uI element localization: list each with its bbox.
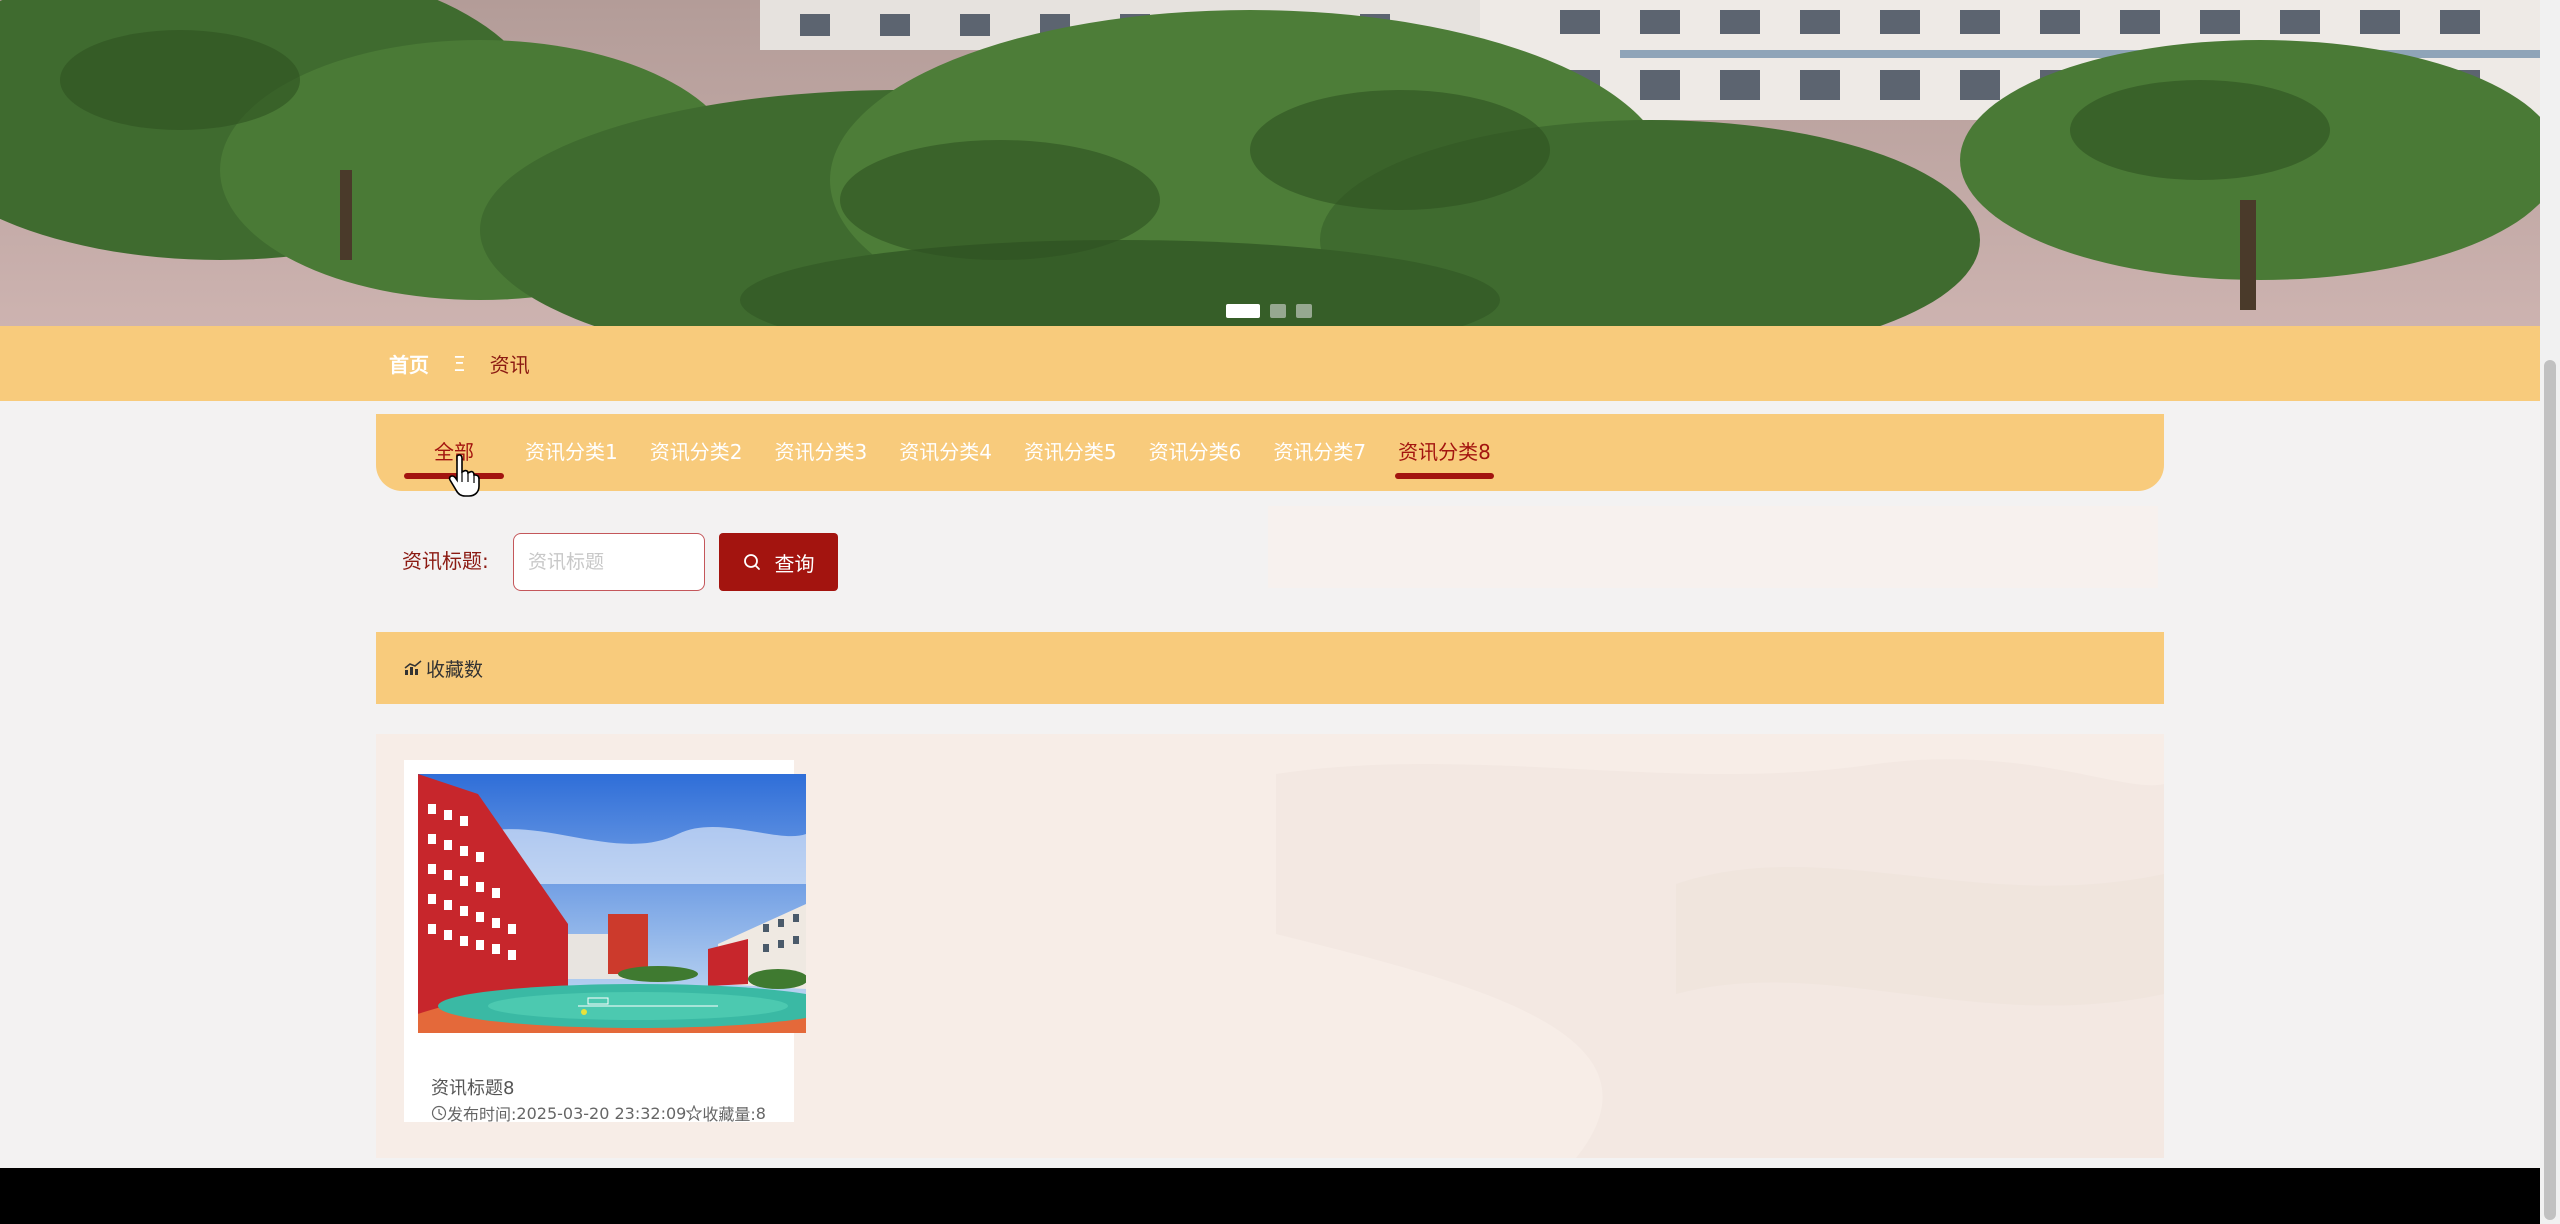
- tab-category-6[interactable]: 资讯分类6: [1146, 414, 1245, 491]
- hand-cursor-icon: [448, 454, 480, 497]
- section-title: 收藏数: [426, 658, 484, 681]
- tab-category-8[interactable]: 资讯分类8: [1395, 414, 1494, 491]
- title-search-input[interactable]: [513, 533, 705, 591]
- news-card-title[interactable]: 资讯标题8: [431, 1074, 514, 1100]
- decorative-panel: [1268, 506, 2158, 588]
- section-header: 收藏数: [376, 632, 2164, 704]
- chart-icon: [404, 660, 422, 675]
- tab-category-4[interactable]: 资讯分类4: [896, 414, 995, 491]
- favorite-count-label: 收藏量:: [702, 1105, 756, 1124]
- breadcrumb-current: 资讯: [489, 353, 530, 377]
- news-card-image[interactable]: [418, 774, 806, 1033]
- favorite-count-value: 8: [755, 1103, 766, 1123]
- search-button[interactable]: 查询: [719, 533, 838, 591]
- news-card-meta: 发布时间: 2025-03-20 23:32:09 收藏量: 8: [431, 1101, 766, 1125]
- publish-time-label: 发布时间:: [447, 1105, 517, 1124]
- carousel-dot-3[interactable]: [1296, 304, 1312, 318]
- carousel-dot-1[interactable]: [1226, 304, 1260, 318]
- breadcrumb-bar: 首页 Ξ 资讯: [0, 326, 2540, 401]
- tab-category-2[interactable]: 资讯分类2: [647, 414, 746, 491]
- tab-category-3[interactable]: 资讯分类3: [771, 414, 870, 491]
- tab-category-7[interactable]: 资讯分类7: [1270, 414, 1369, 491]
- tab-category-1[interactable]: 资讯分类1: [522, 414, 621, 491]
- carousel-dot-2[interactable]: [1270, 304, 1286, 318]
- search-icon: [743, 554, 760, 570]
- banner-image: [0, 0, 2540, 326]
- footer: [0, 1168, 2540, 1224]
- category-tabs: 全部 资讯分类1 资讯分类2 资讯分类3 资讯分类4 资讯分类5 资讯分类6 资…: [376, 414, 2164, 491]
- news-card[interactable]: 资讯标题8 发布时间: 2025-03-20 23:32:09 收藏量: 8: [404, 760, 806, 1125]
- star-icon: [686, 1105, 703, 1121]
- breadcrumb: 首页 Ξ 资讯: [389, 326, 530, 401]
- publish-time-value: 2025-03-20 23:32:09: [516, 1103, 687, 1123]
- search-label: 资讯标题:: [402, 549, 489, 573]
- scrollbar-thumb[interactable]: [2544, 360, 2556, 1220]
- carousel-dots: [1226, 304, 1312, 318]
- banner-carousel[interactable]: [0, 0, 2540, 326]
- page: 首页 Ξ 资讯 全部 资讯分类1 资讯分类2 资讯分类3 资讯分类4 资讯分类5…: [0, 0, 2560, 1224]
- breadcrumb-separator: Ξ: [453, 351, 466, 376]
- clock-icon: [431, 1105, 447, 1121]
- breadcrumb-home-link[interactable]: 首页: [389, 349, 429, 378]
- tab-category-5[interactable]: 资讯分类5: [1021, 414, 1120, 491]
- news-list-panel: 资讯标题8 发布时间: 2025-03-20 23:32:09 收藏量: 8: [376, 734, 2164, 1158]
- search-button-label: 查询: [774, 551, 815, 576]
